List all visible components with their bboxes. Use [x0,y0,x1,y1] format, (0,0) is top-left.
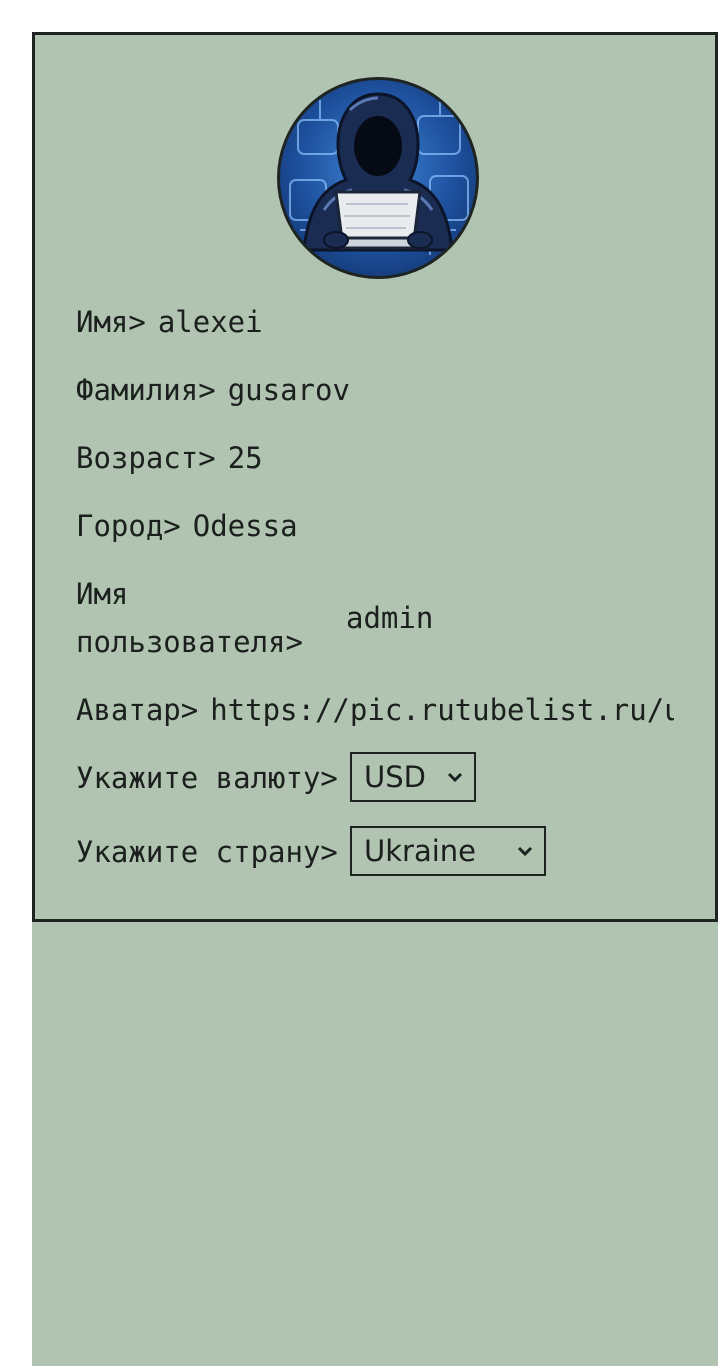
username-value: admin [346,601,434,635]
avatar-url-value: https://pic.rutubelist.ru/u [210,693,675,727]
avatar-url-label: Аватар> [76,693,199,727]
first-name-value: alexei [157,305,263,339]
chevron-down-icon [517,846,533,857]
hacker-avatar-icon [289,92,469,255]
country-label: Укажите страну> [76,835,338,869]
country-selected-value: Ukraine [364,834,476,868]
last-name-row: Фамилия> gusarov [76,366,350,414]
city-row: Город> Odessa [76,502,298,550]
city-value: Odessa [192,509,298,543]
country-select[interactable]: Ukraine [350,826,546,876]
currency-label: Укажите валюту> [76,761,338,795]
first-name-label: Имя> [76,305,146,339]
last-name-label: Фамилия> [76,373,216,407]
currency-selected-value: USD [364,760,426,794]
profile-card: Имя> alexei Фамилия> gusarov Возраст> 25 Го… [32,32,718,922]
country-row: Укажите страну> [76,828,338,876]
age-value: 25 [227,441,263,475]
first-name-row: Имя> alexei [76,298,263,346]
username-label: Имя пользователя> [76,577,303,659]
username-row: Имя пользователя> admin [76,570,433,666]
chevron-down-icon [447,772,463,783]
last-name-value: gusarov [227,373,350,407]
currency-select[interactable]: USD [350,752,476,802]
age-label: Возраст> [76,441,216,475]
avatar-url-row: Аватар> https://pic.rutubelist.ru/u [76,686,674,734]
city-label: Город> [76,509,181,543]
age-row: Возраст> 25 [76,434,263,482]
currency-row: Укажите валюту> [76,754,338,802]
avatar [277,77,479,279]
